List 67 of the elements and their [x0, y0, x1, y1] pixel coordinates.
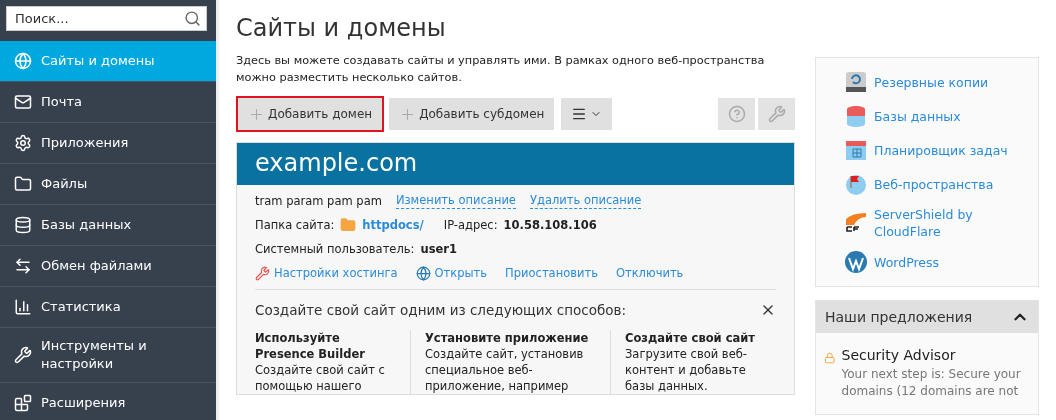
- search-field[interactable]: Поиск...: [6, 6, 207, 31]
- database-icon: [844, 104, 868, 128]
- option-text: Создайте свой сайт с помощью нашего: [255, 362, 386, 394]
- globe-icon: [14, 52, 32, 70]
- ip-address: 10.58.108.106: [503, 218, 597, 232]
- action-link[interactable]: Открыть: [415, 265, 488, 281]
- add-button[interactable]: Добавить домен: [236, 96, 385, 132]
- nav-item[interactable]: Инструменты и настройки: [0, 328, 216, 383]
- folder-label: Папка сайта:: [255, 218, 335, 232]
- option-title: Используйте Presence Builder: [255, 330, 366, 362]
- mail-icon: [14, 93, 32, 111]
- action-link[interactable]: Отключить: [615, 266, 684, 280]
- folder-icon: [14, 175, 32, 193]
- database-icon: [14, 216, 32, 234]
- tool-link[interactable]: Базы данных: [844, 104, 1028, 128]
- page-description: Здесь вы можете создавать сайты и управлять ими. В рамках одного веб-пространства можно разместить несколько сайтов.: [236, 53, 766, 86]
- domain-description: tram param pam pam: [255, 194, 382, 208]
- page-title: Сайты и домены: [236, 14, 447, 42]
- globe-icon: [415, 265, 431, 281]
- tool-link[interactable]: Планировщик задач: [844, 138, 1028, 162]
- wordpress-logo-icon: [844, 250, 868, 274]
- bar-chart-icon: [14, 298, 32, 316]
- tool-link[interactable]: Веб-пространства: [844, 172, 1028, 196]
- action-link[interactable]: Настройки хостинга: [255, 265, 398, 281]
- help-icon: [727, 105, 746, 123]
- menu-icon: [571, 106, 588, 122]
- settings-icon: [14, 134, 32, 152]
- description-link[interactable]: Изменить описание: [395, 193, 516, 209]
- option-text: Создайте сайт, установив специальное веб-приложение, например: [425, 346, 585, 394]
- user-label: Системный пользователь:: [255, 242, 415, 256]
- option-text: Загрузите свой веб-контент и добавьте базы данных.: [625, 346, 748, 394]
- option-title: Установите приложение: [425, 330, 590, 346]
- globe-flag-icon: [844, 172, 868, 196]
- description-link[interactable]: Удалить описание: [529, 193, 642, 209]
- nav-item[interactable]: Файлы: [0, 164, 216, 205]
- wrench-icon: [14, 346, 32, 364]
- nav-item[interactable]: Обмен файлами: [0, 246, 216, 287]
- search-icon: [184, 10, 201, 27]
- tool-link[interactable]: WordPress: [844, 250, 1028, 274]
- tool-link[interactable]: Резервные копии: [844, 70, 1028, 94]
- nav-item[interactable]: Расширения: [0, 383, 216, 420]
- folder-link[interactable]: httpdocs/: [362, 218, 424, 232]
- cloud-logo-icon: [844, 211, 868, 235]
- calendar-icon: [844, 138, 868, 162]
- user-name: user1: [420, 242, 457, 256]
- ip-label: IP-адрес:: [443, 218, 498, 232]
- add-button[interactable]: Добавить субдомен: [387, 96, 557, 132]
- folder-icon: [340, 217, 357, 233]
- offer-title: Security Advisor: [841, 347, 957, 363]
- nav-item[interactable]: Статистика: [0, 287, 216, 328]
- nav-item[interactable]: Приложения: [0, 123, 216, 164]
- action-link[interactable]: Приостановить: [505, 266, 598, 280]
- tool-link[interactable]: ServerShield by CloudFlare: [844, 206, 1028, 240]
- arrows-icon: [14, 257, 32, 275]
- nav-item[interactable]: Базы данных: [0, 205, 216, 246]
- offer-text: Your next step is: Secure your domains (12 domains are not: [841, 366, 1022, 400]
- domain-name: example.com: [237, 143, 794, 185]
- blocks-icon: [14, 394, 32, 412]
- offers-header[interactable]: Наши предложения: [816, 301, 1038, 333]
- option-title: Создайте свой сайт: [625, 330, 756, 346]
- menu-button[interactable]: [559, 96, 615, 132]
- wrench-icon: [255, 265, 270, 281]
- wrench-icon: [767, 105, 786, 123]
- drive-icon: [844, 70, 868, 94]
- nav-item[interactable]: Почта: [0, 82, 216, 123]
- nav-item[interactable]: Сайты и домены: [0, 41, 216, 82]
- create-title: Создайте свой сайт одним из следующих способов:: [255, 302, 627, 318]
